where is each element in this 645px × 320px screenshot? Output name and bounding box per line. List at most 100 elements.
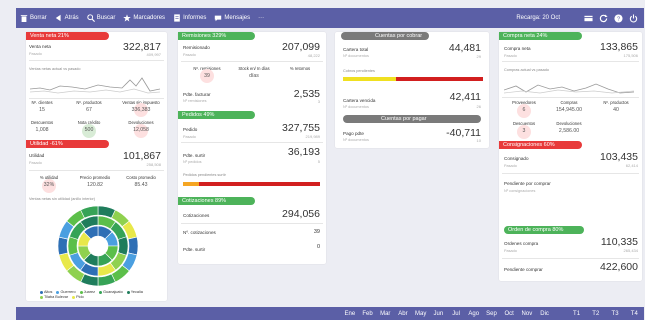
legend-item: Pido [72,295,84,299]
donut-segment[interactable] [127,236,139,256]
pdte-facturar-sub: Nº remisiones [183,99,207,103]
donut-segment[interactable] [67,236,79,256]
cartera-total-sub: Nº documentos [343,54,369,58]
utilidad-header[interactable]: Utilidad -61% [26,140,109,148]
compra-neta-header[interactable]: Compra neta 24% [499,32,582,40]
venta-m1-label: Nº. clientes [31,100,53,105]
venta-neta-subtitle: Pasado [29,52,42,56]
legend-swatch [56,290,60,294]
utilidad-m2-value: 120.82 [87,182,103,188]
venta-neta-header[interactable]: Venta neta 21% [26,32,109,40]
cartera-vencida-value: 42,411 [449,91,481,103]
cartera-vencida-label: Cartera vencida [343,98,376,103]
marcadores-button[interactable]: Marcadores [119,14,169,22]
atras-button[interactable]: Atrás [51,14,83,22]
quarter-t4[interactable]: T4 [625,311,644,317]
legend-label: Yecalia [130,290,143,294]
pendiente-comprar-label: Pendiente comprar [504,267,543,272]
compra-m5-value: 2,586.00 [558,128,580,134]
consignado-past: 62,414 [625,163,638,168]
compra-chart-title: Compras actual vs pasado [504,68,549,72]
month-ago[interactable]: Ago [465,311,483,317]
month-jul[interactable]: Jul [447,311,465,317]
pago-pdte-sub: Nº documentos [343,138,369,142]
informes-button[interactable]: Informes [169,14,210,22]
buscar-button[interactable]: Buscar [83,14,120,22]
month-ene[interactable]: Ene [341,311,359,317]
cotizaciones-title: Cotizaciones [183,213,210,218]
mensajes-button[interactable]: Mensajes [210,14,254,22]
legend-label: Guanajuato [103,290,123,294]
divider [181,61,323,62]
legend-swatch [79,290,83,294]
power-icon[interactable] [629,13,638,23]
consignado-subtitle: Pasado [504,164,517,168]
utilidad-value: 101,867 [123,150,161,162]
compra-m4-value: 3 [522,128,526,134]
pedidos-header[interactable]: Pedidos 49% [178,111,255,119]
card-icon[interactable] [584,14,593,23]
legend-label: Altos [44,290,53,294]
month-feb[interactable]: Feb [359,311,377,317]
quarter-t1[interactable]: T1 [567,311,586,317]
pendiente-comprar-value: 422,600 [600,261,638,273]
cobrar-header[interactable]: Cuentas por cobrar [341,32,429,40]
month-oct[interactable]: Oct [500,311,518,317]
venta-m2-label: Nº. productos [76,100,102,105]
orden-compra-header[interactable]: Orden de compra 80% [504,226,584,234]
remisiones-m3-label: % retornos [289,66,311,71]
divider [502,61,639,62]
month-jun[interactable]: Jun [430,311,448,317]
legend-item: Guanajuato [99,290,123,294]
pdte-surtir-sub: Nº pedidos [183,160,202,164]
month-nov[interactable]: Nov [518,311,536,317]
cotizaciones-value: 294,056 [282,208,320,220]
pendiente-comprar-consig-label: Pendiente por comprar [504,181,551,186]
quarter-t3[interactable]: T3 [605,311,624,317]
legend-label: Juarez [83,290,96,294]
compra-m3-value: 40 [613,107,619,113]
month-sep[interactable]: Sep [483,311,501,317]
legend-swatch [40,295,43,299]
venta-m2-value: 67 [86,107,92,113]
month-dic[interactable]: Dic [536,311,554,317]
compra-m2-label: Compras [560,100,578,105]
pedidos-title: Pedido [183,127,198,132]
consignado-title: Consignado [504,156,529,161]
cotizaciones-header[interactable]: Cotizaciones 89% [178,197,255,205]
donut-segment[interactable] [117,236,129,256]
venta-m5-value: 500 [84,127,94,133]
divider [181,223,323,224]
legend-swatch [72,295,76,299]
compra-neta-past: 175,506 [623,53,638,58]
remisiones-value: 207,099 [282,41,320,53]
legend-item: Juarez [79,290,96,294]
pendiente-comprar-consig-sub: Nº consignaciones [504,189,536,193]
venta-chart-title: Ventas netas actual vs pasado [29,67,81,71]
divider [502,97,639,98]
remisiones-subtitle: Pasado [183,53,196,57]
consignaciones-header[interactable]: Consignaciones 60% [499,141,582,149]
help-icon[interactable]: ? [614,13,623,23]
month-may[interactable]: May [412,311,430,317]
cotizaciones-pdte-value: 0 [316,244,320,250]
utilidad-m3-label: Costo promedio [126,175,156,180]
month-mar[interactable]: Mar [376,311,394,317]
remisiones-header[interactable]: Remisiones 329% [178,32,255,40]
more-button[interactable]: ··· [254,15,268,21]
borrar-button[interactable]: Borrar [16,14,51,22]
refresh-icon[interactable] [599,13,608,23]
venta-m3-value: 336,383 [131,107,151,113]
pagar-header[interactable]: Cuentas por pagar [343,115,481,123]
top-toolbar: Borrar Atrás Buscar Marcadores Informes … [16,8,644,28]
donut-segment[interactable] [57,236,69,256]
divider [29,98,164,99]
donut-title: Ventas netas sin utilidad (anillo interi… [29,197,96,201]
month-abr[interactable]: Abr [394,311,412,317]
legend-item: Guerrero [56,290,76,294]
quarter-t2[interactable]: T2 [586,311,605,317]
legend-swatch [99,290,103,294]
remisiones-title: Remisionado [183,45,210,50]
legend-swatch [40,290,43,294]
utilidad-subtitle: Pasado [29,161,42,165]
